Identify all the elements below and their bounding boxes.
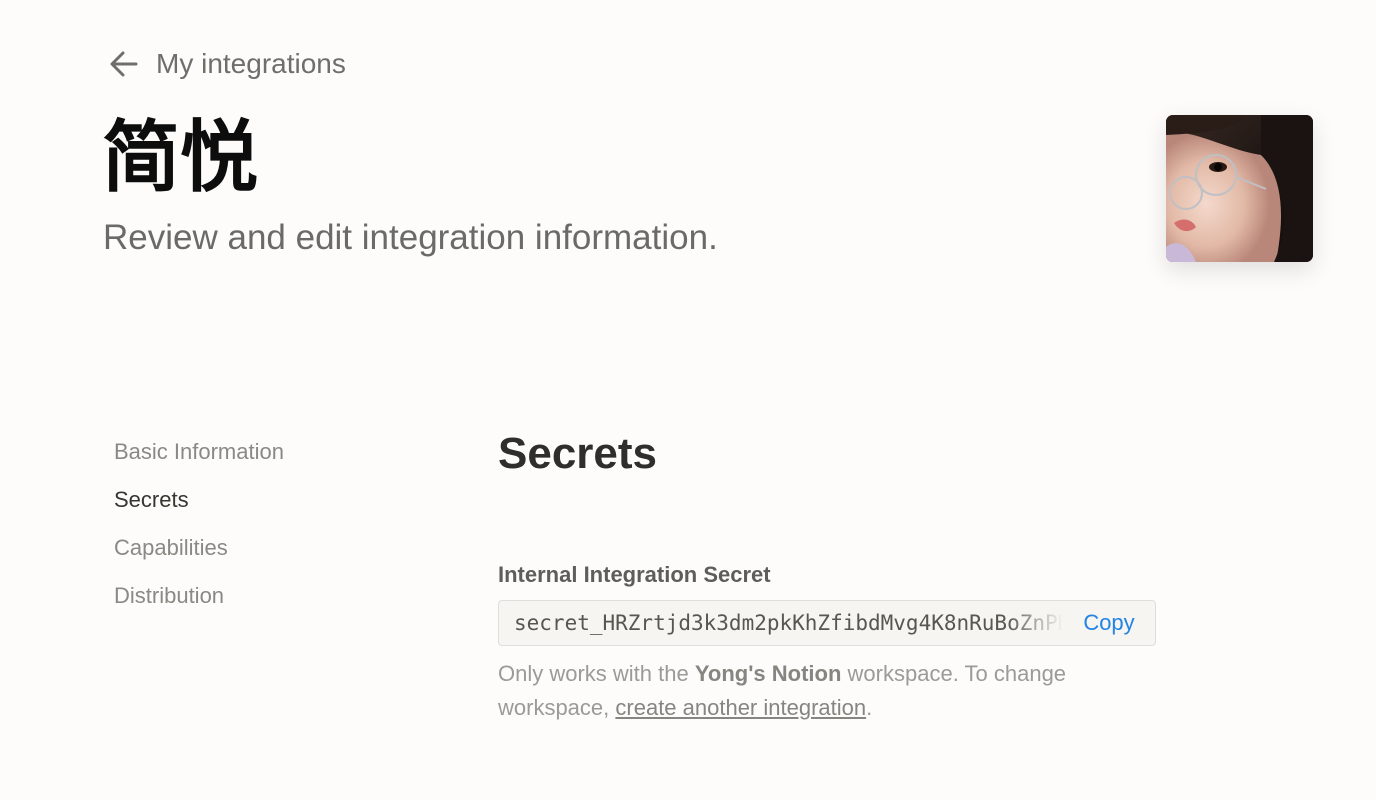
arrow-left-icon (110, 51, 138, 77)
settings-sidebar-nav: Basic Information Secrets Capabilities D… (114, 428, 284, 620)
sidebar-item-basic-information[interactable]: Basic Information (114, 428, 284, 476)
integration-avatar-icon (1166, 115, 1313, 262)
workspace-name: Yong's Notion (694, 661, 842, 686)
copy-button[interactable]: Copy (1063, 610, 1155, 636)
section-title: Secrets (498, 429, 658, 478)
sidebar-item-secrets[interactable]: Secrets (114, 476, 284, 524)
sidebar-item-capabilities[interactable]: Capabilities (114, 524, 284, 572)
integration-settings-page: My integrations 简悦 Review and edit integ… (0, 0, 1376, 800)
secret-value[interactable]: secret_HRZrtjd3k3dm2pkKhZfibdMvg4K8nRuBo… (499, 611, 1063, 635)
secret-field: secret_HRZrtjd3k3dm2pkKhZfibdMvg4K8nRuBo… (498, 600, 1156, 646)
secret-help-text: Only works with the Yong's Notion worksp… (498, 657, 1098, 725)
help-text-prefix: Only works with the (498, 661, 695, 686)
create-another-integration-link[interactable]: create another integration (615, 695, 866, 720)
back-to-integrations-link[interactable]: My integrations (106, 44, 346, 84)
back-link-label: My integrations (156, 48, 346, 79)
page-title: 简悦 (102, 113, 259, 203)
secret-field-label: Internal Integration Secret (498, 562, 771, 587)
sidebar-item-distribution[interactable]: Distribution (114, 572, 284, 620)
page-subtitle: Review and edit integration information. (103, 218, 718, 257)
integration-avatar (1166, 115, 1313, 262)
help-text-suffix: . (866, 695, 873, 720)
